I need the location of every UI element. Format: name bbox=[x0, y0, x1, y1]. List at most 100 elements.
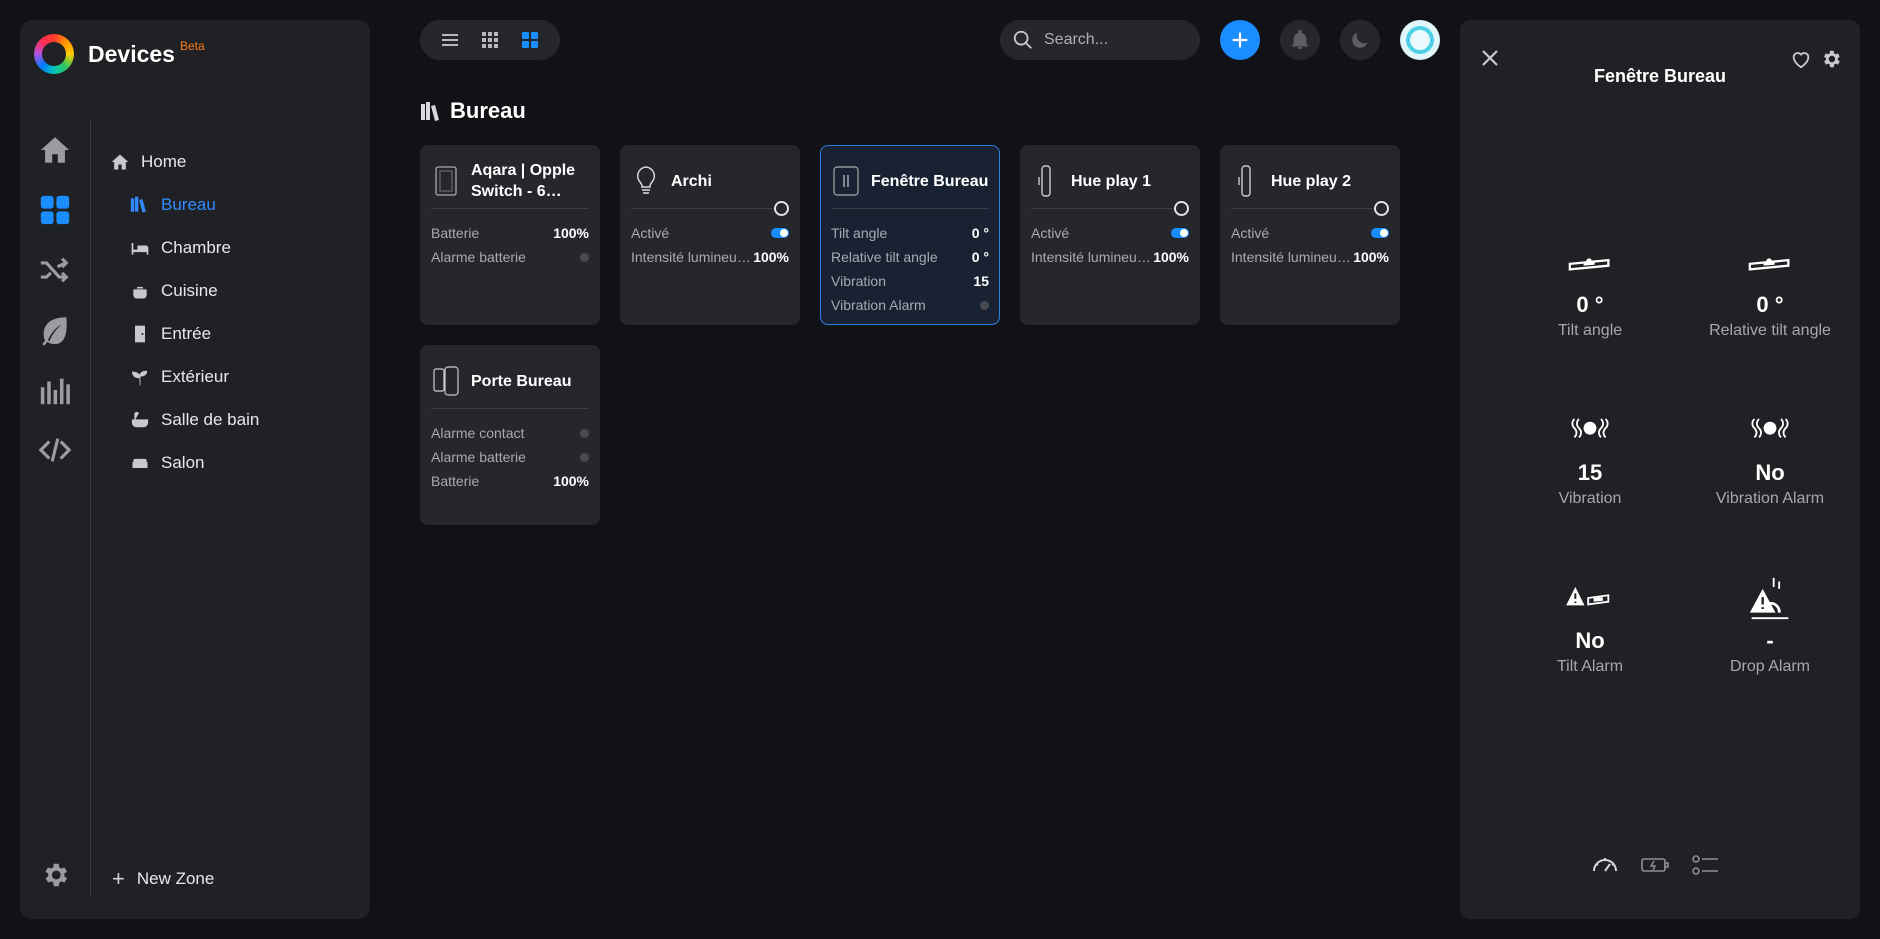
moon-icon bbox=[1352, 32, 1368, 48]
code-icon bbox=[38, 438, 72, 462]
search-box bbox=[1000, 20, 1200, 60]
zone-item-label: Cuisine bbox=[161, 280, 218, 300]
heart-icon[interactable] bbox=[1790, 48, 1812, 70]
compact-grid-view-button[interactable] bbox=[470, 20, 510, 60]
shuffle-icon bbox=[40, 257, 69, 283]
onoff-toggle[interactable] bbox=[1171, 228, 1189, 238]
rail-settings-button[interactable] bbox=[20, 850, 90, 900]
capability-row: Batterie 100% bbox=[431, 469, 589, 493]
card-divider bbox=[631, 201, 789, 216]
capability-label: Batterie bbox=[431, 473, 480, 489]
power-button[interactable] bbox=[1174, 201, 1189, 216]
home-icon bbox=[40, 137, 70, 163]
device-card-archi[interactable]: Archi Activé Intensité lumineu… 100% bbox=[620, 145, 800, 325]
books-icon bbox=[130, 196, 146, 212]
large-grid-view-button[interactable] bbox=[510, 20, 550, 60]
card-title: Porte Bureau bbox=[471, 372, 572, 390]
drop-alarm-icon bbox=[1680, 568, 1860, 620]
zone-item-label: Entrée bbox=[161, 323, 212, 343]
gear-icon[interactable] bbox=[1820, 48, 1842, 70]
home-icon bbox=[111, 154, 129, 169]
capability-row: Alarme batterie bbox=[431, 445, 589, 469]
search-input[interactable] bbox=[1044, 31, 1194, 49]
gauge-icon[interactable] bbox=[1590, 850, 1620, 880]
metric-label: Relative tilt angle bbox=[1709, 322, 1831, 339]
capability-label: Vibration Alarm bbox=[831, 297, 926, 313]
card-header: Fenêtre Bureau bbox=[831, 156, 989, 206]
capability-label: Intensité lumineu… bbox=[631, 249, 751, 265]
zone-item-entr-e[interactable]: Entrée bbox=[110, 312, 360, 355]
zone-item-salon[interactable]: Salon bbox=[110, 441, 360, 484]
zone-item-label: Bureau bbox=[161, 194, 216, 214]
capability-row: Intensité lumineu… 100% bbox=[1031, 245, 1189, 269]
rail-home-button[interactable] bbox=[20, 120, 90, 180]
add-device-button[interactable] bbox=[1220, 20, 1260, 60]
rail-insights-button[interactable] bbox=[20, 360, 90, 420]
device-card-hue-play-1[interactable]: Hue play 1 Activé Intensité lumineu… 100% bbox=[1020, 145, 1200, 325]
pot-icon bbox=[131, 286, 149, 298]
sofa-icon bbox=[132, 458, 148, 468]
status-dot bbox=[580, 252, 589, 262]
card-divider bbox=[1231, 201, 1389, 216]
capability-value: 100% bbox=[753, 249, 789, 265]
zone-item-bureau[interactable]: Bureau bbox=[110, 183, 360, 226]
card-header: Hue play 2 bbox=[1231, 156, 1389, 206]
rail-developer-button[interactable] bbox=[20, 420, 90, 480]
device-card-porte-bureau[interactable]: Porte Bureau Alarme contact Alarme batteri… bbox=[420, 345, 600, 525]
zone-item-home[interactable]: Home bbox=[110, 140, 360, 183]
capability-row: Relative tilt angle 0 ° bbox=[831, 245, 989, 269]
battery-icon[interactable] bbox=[1640, 850, 1670, 880]
card-header: Porte Bureau bbox=[431, 356, 589, 406]
zone-item-chambre[interactable]: Chambre bbox=[110, 226, 360, 269]
contact-sensor-icon bbox=[431, 364, 461, 398]
capability-row: Activé bbox=[1031, 221, 1189, 245]
card-divider bbox=[431, 408, 589, 409]
tilt-icon bbox=[1680, 232, 1860, 284]
metric-value: 0 ° bbox=[1756, 292, 1784, 317]
zone-item-ext-rieur[interactable]: Extérieur bbox=[110, 355, 360, 398]
metric-label: Tilt Alarm bbox=[1556, 658, 1624, 675]
list-settings-icon[interactable] bbox=[1690, 850, 1720, 880]
device-card-fen-tre-bureau[interactable]: Fenêtre Bureau Tilt angle 0 ° Relative tilt… bbox=[820, 145, 1000, 325]
zone-item-cuisine[interactable]: Cuisine bbox=[110, 269, 360, 312]
rail-devices-button[interactable] bbox=[20, 180, 90, 240]
card-title: Archi bbox=[671, 172, 712, 190]
bell-icon bbox=[1291, 29, 1309, 50]
user-avatar-button[interactable] bbox=[1400, 20, 1440, 60]
list-view-button[interactable] bbox=[430, 20, 470, 60]
leaf-icon bbox=[42, 317, 67, 346]
capability-label: Alarme batterie bbox=[431, 449, 526, 465]
metric-relative-tilt-angle: 0 ° Relative tilt angle bbox=[1680, 232, 1860, 340]
light-bar-icon bbox=[1031, 164, 1061, 198]
capability-row: Vibration 15 bbox=[831, 269, 989, 293]
new-zone-button[interactable]: + New Zone bbox=[112, 866, 214, 892]
device-card-hue-play-2[interactable]: Hue play 2 Activé Intensité lumineu… 100% bbox=[1220, 145, 1400, 325]
capability-value: 0 ° bbox=[971, 249, 989, 265]
capability-label: Alarme contact bbox=[431, 425, 525, 441]
metric-value: - bbox=[1766, 628, 1774, 653]
onoff-toggle[interactable] bbox=[771, 228, 789, 238]
device-card-aqara-opple-switch-6[interactable]: Aqara | Opple Switch - 6… Batterie 100% Ala… bbox=[420, 145, 600, 325]
power-button[interactable] bbox=[774, 201, 789, 216]
power-button[interactable] bbox=[1374, 201, 1389, 216]
tilt-icon bbox=[1500, 232, 1680, 284]
rail-energy-button[interactable] bbox=[20, 300, 90, 360]
zone-item-label: Home bbox=[141, 151, 187, 171]
rail-flows-button[interactable] bbox=[20, 240, 90, 300]
grid-icon bbox=[40, 195, 70, 225]
metric-vibration-alarm: No Vibration Alarm bbox=[1680, 400, 1860, 508]
card-header: Archi bbox=[631, 156, 789, 206]
sprout-icon bbox=[132, 370, 148, 385]
card-divider bbox=[831, 208, 989, 209]
light-bar-icon bbox=[1231, 164, 1261, 198]
window-sensor-icon[interactable] bbox=[831, 164, 861, 198]
plus-icon: + bbox=[112, 866, 125, 891]
device-detail-panel: Fenêtre Bureau 0 ° Tilt angle 0 ° Relative … bbox=[1460, 20, 1860, 919]
zone-heading: Bureau bbox=[420, 98, 526, 124]
dark-mode-button[interactable] bbox=[1340, 20, 1380, 60]
onoff-toggle[interactable] bbox=[1371, 228, 1389, 238]
metric-label: Vibration bbox=[1558, 490, 1622, 507]
vibration-icon bbox=[1500, 400, 1680, 452]
zone-item-salle-de-bain[interactable]: Salle de bain bbox=[110, 398, 360, 441]
notifications-button[interactable] bbox=[1280, 20, 1320, 60]
